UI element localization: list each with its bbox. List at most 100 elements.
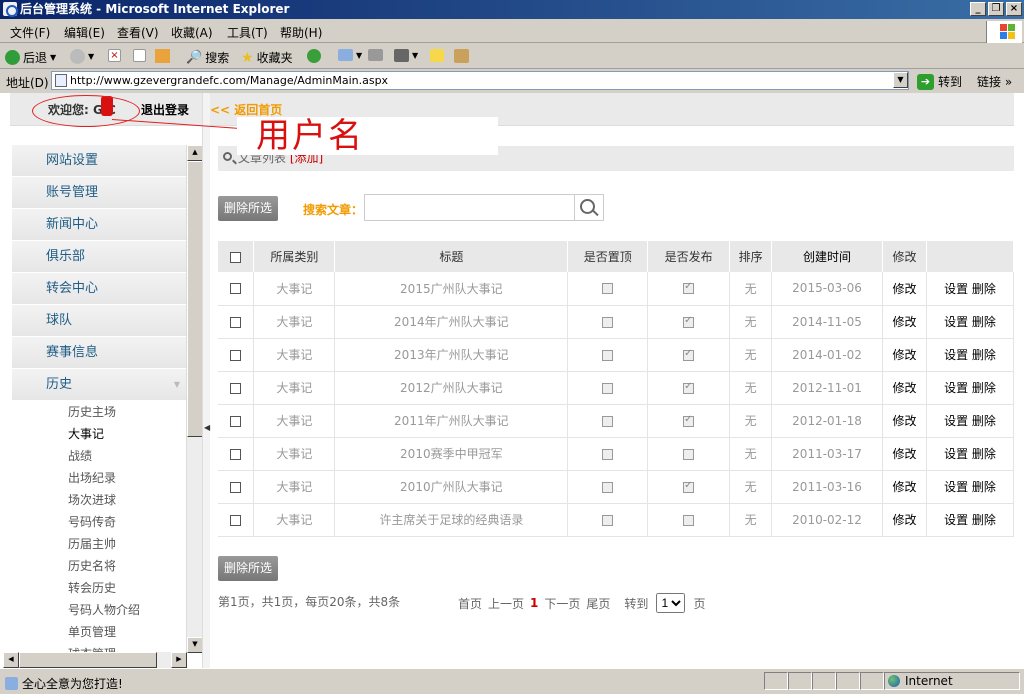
edit-link[interactable]: 修改	[882, 503, 927, 537]
hscroll-thumb[interactable]	[19, 652, 157, 668]
row-actions[interactable]: 设置 删除	[926, 371, 1015, 405]
menu-help[interactable]: 帮助(H)	[280, 24, 322, 41]
title-cell[interactable]: 2012广州队大事记	[334, 371, 569, 405]
sidebar-item-news[interactable]: 新闻中心	[12, 209, 186, 241]
sidebar-subitem[interactable]: 历史主场	[12, 401, 186, 423]
back-button[interactable]: 后退 ▼	[5, 49, 56, 66]
sidebar-subitem[interactable]: 历史名将	[12, 555, 186, 577]
title-cell[interactable]: 2010赛季中甲冠军	[334, 437, 569, 471]
links-button[interactable]: 链接 »	[977, 73, 1012, 90]
row-actions[interactable]: 设置 删除	[926, 503, 1015, 537]
stop-button[interactable]: ×	[108, 49, 121, 62]
title-cell[interactable]: 2010广州队大事记	[334, 470, 569, 504]
forward-button[interactable]: ▼	[70, 49, 94, 64]
go-button[interactable]: ➔ 转到	[917, 73, 962, 90]
edit-link[interactable]: 修改	[882, 470, 927, 504]
sidebar-item-history[interactable]: 历史	[12, 369, 186, 401]
frame-divider[interactable]: ◀	[202, 93, 210, 668]
sidebar-item-team[interactable]: 球队	[12, 305, 186, 337]
page-select[interactable]: 1	[656, 593, 686, 613]
sidebar-item-site-settings[interactable]: 网站设置	[12, 145, 186, 177]
menu-view[interactable]: 查看(V)	[117, 24, 159, 41]
select-all-checkbox[interactable]	[230, 251, 242, 263]
col-pinned[interactable]: 是否置顶	[567, 241, 649, 272]
sidebar-subitem[interactable]: 单页管理	[12, 621, 186, 643]
close-button[interactable]: ×	[1006, 2, 1022, 16]
discuss-button[interactable]	[430, 49, 444, 62]
edit-button[interactable]: ▼	[394, 49, 418, 62]
row-actions[interactable]: 设置 删除	[926, 272, 1015, 306]
row-checkbox[interactable]	[230, 349, 242, 361]
scroll-right-icon[interactable]: ▶	[171, 652, 187, 668]
favorites-button[interactable]: ★ 收藏夹	[241, 49, 293, 66]
collapse-arrow-icon[interactable]: ◀	[204, 423, 210, 432]
col-order[interactable]: 排序	[729, 241, 773, 272]
delete-selected-button[interactable]: 删除所选	[218, 196, 278, 221]
address-input[interactable]: http://www.gzevergrandefc.com/Manage/Adm…	[51, 71, 909, 90]
scroll-up-icon[interactable]: ▲	[187, 145, 203, 161]
row-checkbox[interactable]	[230, 316, 242, 328]
row-actions[interactable]: 设置 删除	[926, 470, 1015, 504]
last-page-link[interactable]: 尾页	[586, 595, 610, 612]
row-checkbox[interactable]	[230, 514, 242, 526]
edit-link[interactable]: 修改	[882, 371, 927, 405]
edit-link[interactable]: 修改	[882, 338, 927, 372]
sidebar-item-transfers[interactable]: 转会中心	[12, 273, 186, 305]
title-cell[interactable]: 2011年广州队大事记	[334, 404, 569, 438]
edit-link[interactable]: 修改	[882, 404, 927, 438]
edit-link[interactable]: 修改	[882, 272, 927, 306]
sidebar-subitem-milestones[interactable]: 大事记	[12, 423, 186, 445]
menu-favorites[interactable]: 收藏(A)	[171, 24, 213, 41]
title-cell[interactable]: 2014年广州队大事记	[334, 305, 569, 339]
col-title[interactable]: 标题	[334, 241, 569, 272]
refresh-button[interactable]	[133, 49, 146, 62]
sidebar-subitem[interactable]: 号码人物介绍	[12, 599, 186, 621]
row-actions[interactable]: 设置 删除	[926, 305, 1015, 339]
menu-edit[interactable]: 编辑(E)	[64, 24, 105, 41]
row-actions[interactable]: 设置 删除	[926, 338, 1015, 372]
row-actions[interactable]: 设置 删除	[926, 404, 1015, 438]
home-button[interactable]	[155, 49, 170, 63]
row-checkbox[interactable]	[230, 382, 242, 394]
sidebar-item-matches[interactable]: 赛事信息	[12, 337, 186, 369]
sidebar-vertical-scrollbar[interactable]: ▲ ▼	[186, 145, 203, 653]
logout-link[interactable]: 退出登录	[141, 101, 189, 118]
sidebar-subitem[interactable]: 历届主帅	[12, 533, 186, 555]
row-checkbox[interactable]	[230, 283, 242, 295]
sidebar-subitem[interactable]: 号码传奇	[12, 511, 186, 533]
col-created[interactable]: 创建时间	[771, 241, 884, 272]
sidebar-item-club[interactable]: 俱乐部	[12, 241, 186, 273]
restore-button[interactable]: ❐	[988, 2, 1004, 16]
row-actions[interactable]: 设置 删除	[926, 437, 1015, 471]
search-submit-icon[interactable]	[574, 195, 603, 220]
search-input[interactable]	[367, 197, 573, 218]
menu-tools[interactable]: 工具(T)	[227, 24, 268, 41]
next-page-link[interactable]: 下一页	[544, 595, 580, 612]
scroll-left-icon[interactable]: ◀	[3, 652, 19, 668]
search-button[interactable]: 🔎 搜索	[186, 49, 229, 66]
sidebar-subitem[interactable]: 场次进球	[12, 489, 186, 511]
print-button[interactable]	[368, 49, 383, 61]
scroll-thumb[interactable]	[187, 161, 203, 437]
sidebar-subitem[interactable]: 战绩	[12, 445, 186, 467]
row-checkbox[interactable]	[230, 415, 242, 427]
media-button[interactable]	[307, 49, 321, 63]
sidebar-item-accounts[interactable]: 账号管理	[12, 177, 186, 209]
first-page-link[interactable]: 首页	[458, 595, 482, 612]
title-cell[interactable]: 2013年广州队大事记	[334, 338, 569, 372]
col-published[interactable]: 是否发布	[647, 241, 731, 272]
col-category[interactable]: 所属类别	[253, 241, 336, 272]
minimize-button[interactable]: _	[970, 2, 986, 16]
title-cell[interactable]: 2015广州队大事记	[334, 272, 569, 306]
delete-selected-button-bottom[interactable]: 删除所选	[218, 556, 278, 581]
mail-button[interactable]: ▼	[338, 49, 362, 61]
title-cell[interactable]: 许主席关于足球的经典语录	[334, 503, 569, 537]
menu-file[interactable]: 文件(F)	[10, 24, 50, 41]
scroll-down-icon[interactable]: ▼	[187, 637, 203, 653]
sidebar-horizontal-scrollbar[interactable]: ◀ ▶	[3, 652, 187, 668]
row-checkbox[interactable]	[230, 481, 242, 493]
sidebar-subitem[interactable]: 出场纪录	[12, 467, 186, 489]
sidebar-subitem[interactable]: 转会历史	[12, 577, 186, 599]
prev-page-link[interactable]: 上一页	[488, 595, 524, 612]
edit-link[interactable]: 修改	[882, 437, 927, 471]
